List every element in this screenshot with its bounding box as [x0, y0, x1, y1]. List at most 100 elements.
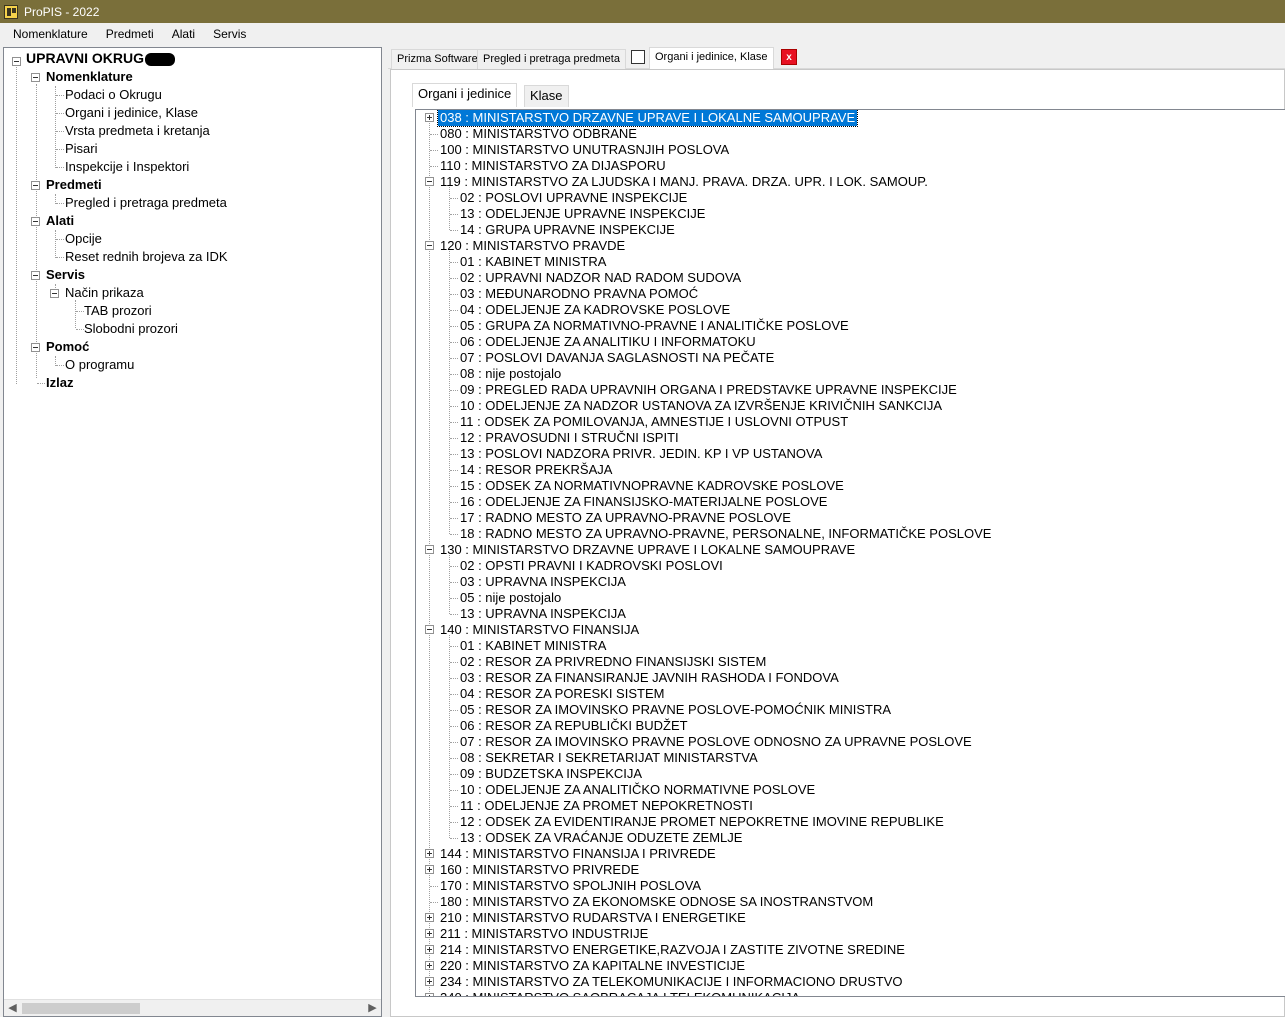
scrollbar-thumb[interactable] [22, 1003, 140, 1014]
organ-node[interactable]: 234 : MINISTARSTVO ZA TELEKOMUNIKACIJE I… [438, 974, 905, 990]
unit-node[interactable]: 09 : PREGLED RADA UPRAVNIH ORGANA I PRED… [458, 382, 959, 398]
tree-section-pomoc[interactable]: Pomoć [46, 338, 89, 356]
organ-node[interactable]: 100 : MINISTARSTVO UNUTRASNJIH POSLOVA [438, 142, 731, 158]
organ-node[interactable]: 240 : MINISTARSTVO SAOBRACAJA I TELEKOMU… [438, 990, 802, 996]
expand-icon[interactable] [425, 865, 434, 874]
expand-icon[interactable] [425, 113, 434, 122]
unit-node[interactable]: 14 : GRUPA UPRAVNE INSPEKCIJE [458, 222, 677, 238]
collapse-icon[interactable] [31, 181, 40, 190]
unit-node[interactable]: 02 : UPRAVNI NADZOR NAD RADOM SUDOVA [458, 270, 743, 286]
tree-item-slobodni-prozori[interactable]: Slobodni prozori [84, 320, 178, 338]
collapse-icon[interactable] [31, 343, 40, 352]
unit-node[interactable]: 12 : PRAVOSUDNI I STRUČNI ISPITI [458, 430, 681, 446]
unit-node[interactable]: 13 : ODSEK ZA VRAĆANJE ODUZETE ZEMLJE [458, 830, 744, 846]
organ-node[interactable]: 214 : MINISTARSTVO ENERGETIKE,RAZVOJA I … [438, 942, 907, 958]
unit-node[interactable]: 09 : BUDZETSKA INSPEKCIJA [458, 766, 644, 782]
collapse-icon[interactable] [31, 217, 40, 226]
unit-node[interactable]: 01 : KABINET MINISTRA [458, 638, 608, 654]
collapse-icon[interactable] [12, 57, 21, 66]
unit-node[interactable]: 08 : nije postojalo [458, 366, 563, 382]
unit-node[interactable]: 07 : RESOR ZA IMOVINSKO PRAVNE POSLOVE O… [458, 734, 974, 750]
unit-node[interactable]: 14 : RESOR PREKRŠAJA [458, 462, 614, 478]
organ-node[interactable]: 080 : MINISTARSTVO ODBRANE [438, 126, 639, 142]
organ-node[interactable]: 160 : MINISTARSTVO PRIVREDE [438, 862, 641, 878]
unit-node[interactable]: 05 : nije postojalo [458, 590, 563, 606]
tree-section-servis[interactable]: Servis [46, 266, 85, 284]
unit-node[interactable]: 06 : ODELJENJE ZA ANALITIKU I INFORMATOK… [458, 334, 758, 350]
unit-node[interactable]: 07 : POSLOVI DAVANJA SAGLASNOSTI NA PEČA… [458, 350, 776, 366]
organ-node[interactable]: 180 : MINISTARSTVO ZA EKONOMSKE ODNOSE S… [438, 894, 875, 910]
collapse-icon[interactable] [425, 545, 434, 554]
organ-node[interactable]: 130 : MINISTARSTVO DRZAVNE UPRAVE I LOKA… [438, 542, 857, 558]
unit-node[interactable]: 15 : ODSEK ZA NORMATIVNOPRAVNE KADROVSKE… [458, 478, 846, 494]
organ-node[interactable]: 210 : MINISTARSTVO RUDARSTVA I ENERGETIK… [438, 910, 748, 926]
collapse-icon[interactable] [425, 177, 434, 186]
tab-prizma-software[interactable]: Prizma Software [391, 49, 484, 69]
unit-node[interactable]: 05 : RESOR ZA IMOVINSKO PRAVNE POSLOVE-P… [458, 702, 893, 718]
tree-item-pregled-predmeta[interactable]: Pregled i pretraga predmeta [65, 194, 227, 212]
expand-icon[interactable] [425, 993, 434, 996]
tab-organi-jedinice-klase[interactable]: Organi i jedinice, Klase [649, 47, 774, 70]
tab-pin-checkbox[interactable] [631, 50, 645, 64]
unit-node[interactable]: 06 : RESOR ZA REPUBLIČKI BUDŽET [458, 718, 690, 734]
tree-root[interactable]: UPRAVNI OKRUG [26, 49, 175, 67]
unit-node[interactable]: 18 : RADNO MESTO ZA UPRAVNO-PRAVNE, PERS… [458, 526, 993, 542]
unit-node[interactable]: 11 : ODELJENJE ZA PROMET NEPOKRETNOSTI [458, 798, 755, 814]
tree-section-nomenklature[interactable]: Nomenklature [46, 68, 133, 86]
tree-item-nacin-prikaza[interactable]: Način prikaza [65, 284, 144, 302]
expand-icon[interactable] [425, 945, 434, 954]
close-tab-icon[interactable]: x [781, 49, 797, 65]
menu-predmeti[interactable]: Predmeti [99, 25, 161, 43]
organ-node[interactable]: 038 : MINISTARSTVO DRZAVNE UPRAVE I LOKA… [436, 110, 859, 127]
unit-node[interactable]: 02 : POSLOVI UPRAVNE INSPEKCIJE [458, 190, 689, 206]
scroll-left-icon[interactable]: ◀ [4, 1000, 21, 1016]
unit-node[interactable]: 13 : ODELJENJE UPRAVNE INSPEKCIJE [458, 206, 707, 222]
collapse-icon[interactable] [50, 289, 59, 298]
menu-alati[interactable]: Alati [165, 25, 202, 43]
tab-organi-i-jedinice[interactable]: Organi i jedinice [412, 83, 518, 107]
menu-servis[interactable]: Servis [206, 25, 253, 43]
unit-node[interactable]: 13 : UPRAVNA INSPEKCIJA [458, 606, 628, 622]
tree-item-o-programu[interactable]: O programu [65, 356, 134, 374]
expand-icon[interactable] [425, 929, 434, 938]
organ-node[interactable]: 140 : MINISTARSTVO FINANSIJA [438, 622, 641, 638]
tree-item-pisari[interactable]: Pisari [65, 140, 98, 158]
unit-node[interactable]: 04 : ODELJENJE ZA KADROVSKE POSLOVE [458, 302, 732, 318]
tree-item-inspekcije[interactable]: Inspekcije i Inspektori [65, 158, 189, 176]
scroll-right-icon[interactable]: ▶ [364, 1000, 381, 1016]
tree-item-organi-i-jedinice[interactable]: Organi i jedinice, Klase [65, 104, 198, 122]
expand-icon[interactable] [425, 977, 434, 986]
organ-node[interactable]: 170 : MINISTARSTVO SPOLJNIH POSLOVA [438, 878, 703, 894]
unit-node[interactable]: 02 : RESOR ZA PRIVREDNO FINANSIJSKI SIST… [458, 654, 768, 670]
tab-klase[interactable]: Klase [524, 85, 569, 107]
horizontal-scrollbar[interactable]: ◀ ▶ [4, 999, 381, 1016]
organ-node[interactable]: 211 : MINISTARSTVO INDUSTRIJE [438, 926, 650, 942]
unit-node[interactable]: 01 : KABINET MINISTRA [458, 254, 608, 270]
tab-pregled-predmeta[interactable]: Pregled i pretraga predmeta [477, 49, 626, 69]
unit-node[interactable]: 10 : ODELJENJE ZA NADZOR USTANOVA ZA IZV… [458, 398, 944, 414]
tree-item-vrsta-predmeta[interactable]: Vrsta predmeta i kretanja [65, 122, 210, 140]
unit-node[interactable]: 17 : RADNO MESTO ZA UPRAVNO-PRAVNE POSLO… [458, 510, 793, 526]
organ-node[interactable]: 144 : MINISTARSTVO FINANSIJA I PRIVREDE [438, 846, 718, 862]
unit-node[interactable]: 03 : MEĐUNARODNO PRAVNA POMOĆ [458, 286, 700, 302]
unit-node[interactable]: 03 : RESOR ZA FINANSIRANJE JAVNIH RASHOD… [458, 670, 841, 686]
unit-node[interactable]: 12 : ODSEK ZA EVIDENTIRANJE PROMET NEPOK… [458, 814, 946, 830]
expand-icon[interactable] [425, 849, 434, 858]
tree-section-alati[interactable]: Alati [46, 212, 74, 230]
unit-node[interactable]: 04 : RESOR ZA PORESKI SISTEM [458, 686, 666, 702]
organ-node[interactable]: 120 : MINISTARSTVO PRAVDE [438, 238, 627, 254]
unit-node[interactable]: 11 : ODSEK ZA POMILOVANJA, AMNESTIJE I U… [458, 414, 850, 430]
tree-item-reset-brojeva[interactable]: Reset rednih brojeva za IDK [65, 248, 228, 266]
collapse-icon[interactable] [31, 73, 40, 82]
expand-icon[interactable] [425, 913, 434, 922]
collapse-icon[interactable] [425, 241, 434, 250]
tree-section-izlaz[interactable]: Izlaz [46, 374, 73, 392]
organ-node[interactable]: 119 : MINISTARSTVO ZA LJUDSKA I MANJ. PR… [438, 174, 930, 190]
organ-node[interactable]: 110 : MINISTARSTVO ZA DIJASPORU [438, 158, 668, 174]
collapse-icon[interactable] [31, 271, 40, 280]
unit-node[interactable]: 10 : ODELJENJE ZA ANALITIČKO NORMATIVNE … [458, 782, 817, 798]
tree-item-tab-prozori[interactable]: TAB prozori [84, 302, 152, 320]
unit-node[interactable]: 08 : SEKRETAR I SEKRETARIJAT MINISTARSTV… [458, 750, 760, 766]
unit-node[interactable]: 13 : POSLOVI NADZORA PRIVR. JEDIN. KP I … [458, 446, 824, 462]
unit-node[interactable]: 05 : GRUPA ZA NORMATIVNO-PRAVNE I ANALIT… [458, 318, 851, 334]
